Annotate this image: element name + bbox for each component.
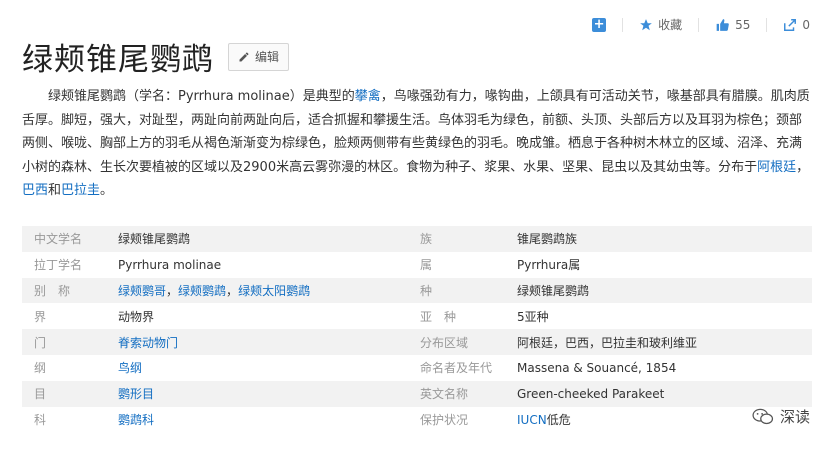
share-icon (784, 18, 797, 31)
info-value: 动物界 (118, 309, 155, 324)
info-value: 绿颊鹦哥，绿颊鹦鹉，绿颊太阳鹦鹉 (118, 282, 414, 299)
info-value: 鹦形目 (118, 385, 414, 402)
thumbs-up-icon (716, 18, 729, 31)
info-value: Pyrrhura属 (517, 258, 581, 273)
summary-separator: ， (796, 159, 810, 175)
info-value: 5亚种 (517, 309, 549, 324)
action-divider (698, 17, 700, 32)
conservation-status: 低危 (546, 412, 571, 427)
info-key: 命名者及年代 (420, 361, 493, 376)
info-key: 拉丁学名 (34, 258, 83, 273)
plus-icon: + (592, 16, 607, 32)
page-title: 绿颊锥尾鹦鹉 (22, 42, 214, 78)
info-key: 种 (420, 283, 433, 298)
like-button[interactable]: 55 (715, 18, 750, 32)
alias-link[interactable]: 绿颊太阳鹦鹉 (238, 284, 310, 298)
info-value: 绿颊锥尾鹦鹉 (517, 283, 590, 298)
star-icon (640, 18, 652, 30)
info-key: 族 (420, 232, 433, 247)
info-key: 中文学名 (34, 232, 83, 247)
summary-separator: 和 (48, 183, 62, 198)
alias-separator: ， (166, 283, 179, 298)
info-value: 鸟纲 (118, 359, 414, 376)
info-value: 阿根廷，巴西，巴拉圭和玻利维亚 (517, 335, 698, 350)
info-row: 科 鹦鹉科 保护状况 IUCN低危 (22, 407, 812, 433)
info-key: 属 (420, 258, 433, 273)
info-key: 科 (34, 412, 47, 427)
watermark: 深读 (752, 406, 810, 427)
share-count: 0 (802, 17, 810, 32)
add-button[interactable]: + (592, 16, 607, 32)
info-value: Massena & Souancé, 1854 (517, 360, 677, 375)
wechat-icon (752, 408, 774, 424)
summary-end: 。 (100, 183, 114, 198)
summary-text: 绿颊锥尾鹦鹉（学名：Pyrrhura molinae）是典型的 (48, 89, 355, 104)
info-key: 纲 (34, 361, 47, 376)
info-key: 保护状况 (420, 412, 469, 427)
info-key: 门 (34, 335, 47, 350)
info-value: 绿颊锥尾鹦鹉 (118, 232, 191, 247)
action-bar: + 收藏 55 0 (592, 16, 810, 33)
iucn-link[interactable]: IUCN (517, 413, 547, 427)
info-row: 别 称 绿颊鹦哥，绿颊鹦鹉，绿颊太阳鹦鹉 种 绿颊锥尾鹦鹉 (22, 277, 812, 304)
info-key: 亚 种 (420, 309, 457, 324)
family-link[interactable]: 鹦鹉科 (118, 413, 154, 427)
link-argentina[interactable]: 阿根廷 (757, 160, 796, 175)
action-divider (766, 17, 768, 32)
alias-separator: ， (226, 283, 239, 298)
info-row: 纲 鸟纲 命名者及年代 Massena & Souancé, 1854 (22, 355, 812, 381)
link-climbing-birds[interactable]: 攀禽 (355, 89, 381, 104)
info-row: 拉丁学名 Pyrrhura molinae 属 Pyrrhura属 (22, 252, 812, 278)
info-row: 界 动物界 亚 种 5亚种 (22, 303, 812, 329)
action-divider (622, 17, 624, 32)
share-button[interactable]: 0 (783, 18, 810, 32)
info-key: 英文名称 (420, 387, 469, 402)
info-value: 鹦鹉科 (118, 411, 414, 428)
alias-link[interactable]: 绿颊鹦哥 (118, 284, 166, 298)
pencil-icon (239, 52, 249, 61)
summary-paragraph: 绿颊锥尾鹦鹉（学名：Pyrrhura molinae）是典型的攀禽，鸟喙强劲有力… (22, 85, 812, 203)
title-row: 绿颊锥尾鹦鹉 编辑 (22, 34, 290, 79)
info-row: 门 脊索动物门 分布区域 阿根廷，巴西，巴拉圭和玻利维亚 (22, 329, 812, 355)
info-value: 锥尾鹦鹉族 (517, 232, 578, 247)
info-key: 分布区域 (420, 335, 469, 350)
info-row: 中文学名 绿颊锥尾鹦鹉 族 锥尾鹦鹉族 (22, 226, 812, 252)
link-brazil[interactable]: 巴西 (22, 183, 48, 198)
info-value: Green-cheeked Parakeet (517, 386, 665, 401)
order-link[interactable]: 鹦形目 (118, 387, 154, 401)
favorite-label: 收藏 (658, 18, 683, 32)
link-paraguay[interactable]: 巴拉圭 (61, 183, 100, 198)
watermark-label: 深读 (779, 408, 810, 426)
info-key: 界 (34, 309, 47, 324)
info-row: 目 鹦形目 英文名称 Green-cheeked Parakeet (22, 380, 812, 407)
phylum-link[interactable]: 脊索动物门 (118, 336, 178, 350)
info-key: 目 (34, 387, 47, 402)
edit-label: 编辑 (255, 50, 280, 64)
edit-button[interactable]: 编辑 (228, 42, 290, 71)
info-value: Pyrrhura molinae (118, 257, 222, 272)
like-count: 55 (735, 17, 751, 32)
info-key: 别 称 (34, 283, 71, 298)
favorite-button[interactable]: 收藏 (639, 16, 682, 33)
basic-info-table: 中文学名 绿颊锥尾鹦鹉 族 锥尾鹦鹉族 拉丁学名 Pyrrhura molina… (22, 226, 812, 432)
info-value: 脊索动物门 (118, 334, 414, 351)
alias-link[interactable]: 绿颊鹦鹉 (178, 284, 226, 298)
class-link[interactable]: 鸟纲 (118, 361, 142, 375)
